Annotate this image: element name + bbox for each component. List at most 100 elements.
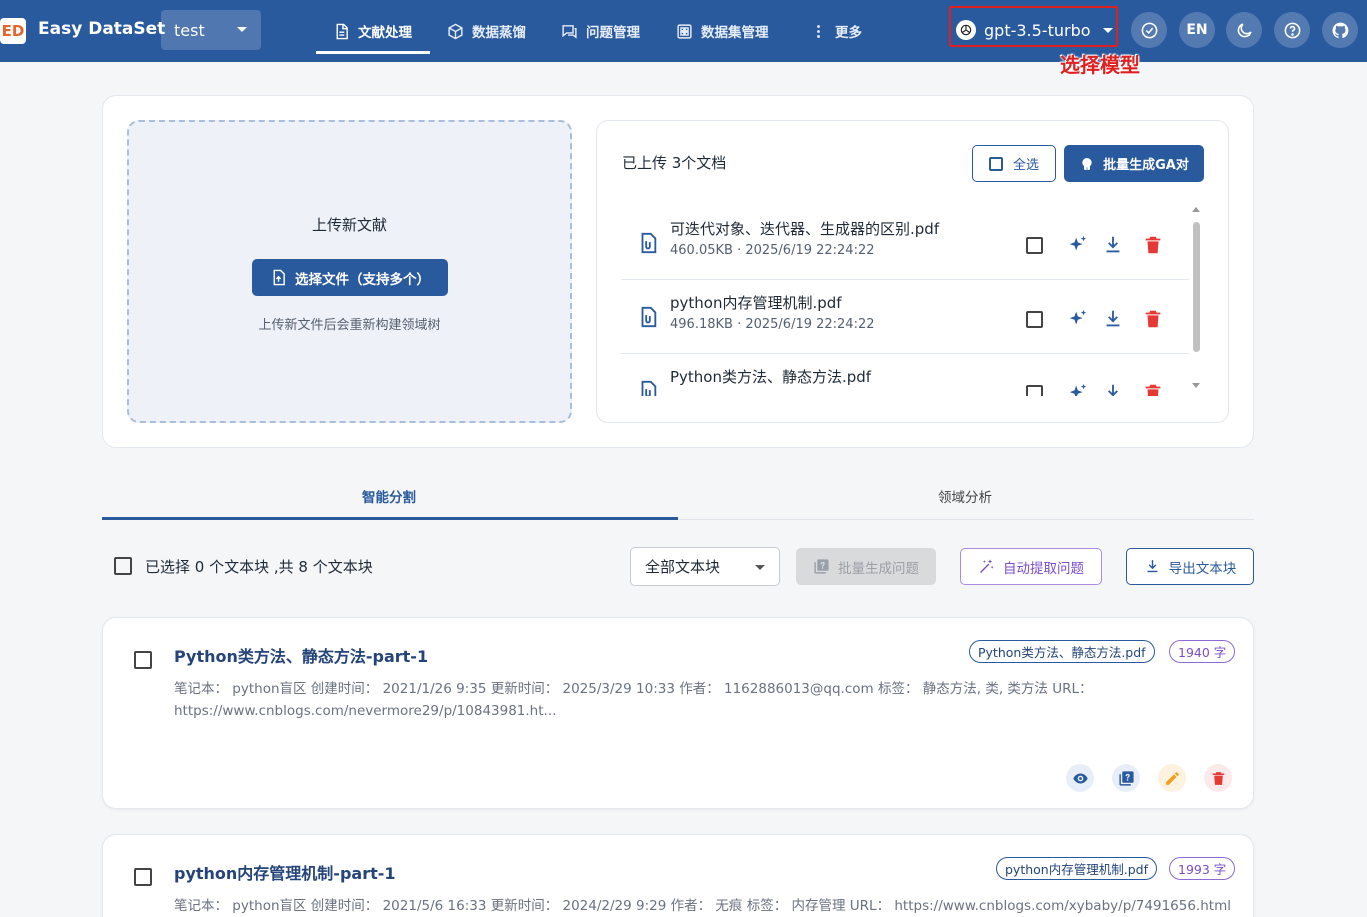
generate-questions-button[interactable]	[1112, 764, 1140, 792]
top-bar: ED Easy DataSet test 文献处理 数据蒸馏 问题管理 数据集管…	[0, 0, 1367, 62]
doc-name: python内存管理机制.pdf	[670, 294, 842, 312]
batch-generate-qa-button[interactable]: 批量生成GA对	[1064, 145, 1204, 182]
doc-checkbox[interactable]	[1026, 311, 1043, 328]
scroll-up-icon[interactable]	[1192, 207, 1200, 212]
download-icon	[1147, 560, 1158, 573]
download-icon[interactable]	[1102, 382, 1124, 396]
nav-label: 数据集管理	[701, 25, 769, 41]
nav-dataset-management[interactable]: 数据集管理	[676, 0, 769, 62]
project-select[interactable]: test	[161, 10, 261, 50]
quiz-icon	[1118, 770, 1134, 786]
delete-chunk-button[interactable]	[1204, 764, 1232, 792]
download-icon[interactable]	[1102, 234, 1124, 256]
scroll-down-icon[interactable]	[1192, 383, 1200, 388]
model-select[interactable]: gpt-3.5-turbo	[954, 12, 1114, 48]
language-button[interactable]: EN	[1179, 12, 1215, 48]
nav-label: 文献处理	[358, 25, 412, 41]
language-label: EN	[1186, 22, 1208, 38]
tab-smart-split[interactable]: 智能分割	[362, 486, 416, 506]
app-name: Easy DataSet	[38, 19, 166, 39]
check-circle-icon	[1141, 22, 1157, 38]
tab-domain-analysis[interactable]: 领域分析	[938, 486, 992, 506]
attachment-file-icon	[641, 306, 657, 328]
edit-icon	[1165, 771, 1179, 785]
chunk-preview: 笔记本： python盲区 创建时间： 2021/5/6 16:33 更新时间：…	[174, 898, 1231, 914]
chunk-card: python内存管理机制-part-1 python内存管理机制.pdf 199…	[102, 834, 1254, 917]
chunk-title[interactable]: python内存管理机制-part-1	[174, 860, 396, 884]
doc-row: 可迭代对象、迭代器、生成器的区别.pdf 460.05KB · 2025/6/1…	[621, 206, 1189, 280]
chunk-filter-value: 全部文本块	[645, 558, 721, 576]
select-all-label: 全选	[1012, 158, 1039, 173]
help-button[interactable]	[1274, 12, 1310, 48]
theme-toggle-button[interactable]	[1226, 12, 1262, 48]
doc-checkbox[interactable]	[1026, 237, 1043, 254]
doc-row: Python类方法、静态方法.pdf —	[621, 354, 1189, 396]
view-chunk-button[interactable]	[1066, 764, 1094, 792]
delete-icon[interactable]	[1142, 382, 1164, 396]
eye-icon	[1072, 773, 1088, 783]
edit-chunk-button[interactable]	[1158, 764, 1186, 792]
chevron-down-icon	[755, 565, 765, 570]
tab-active-indicator	[102, 517, 678, 520]
cube-icon	[448, 23, 463, 39]
chunk-title[interactable]: Python类方法、静态方法-part-1	[174, 643, 428, 667]
logo-glyph: ED	[1, 22, 25, 40]
brain-icon	[1082, 157, 1092, 170]
export-chunks-button[interactable]: 导出文本块	[1126, 548, 1254, 585]
select-all-chunks-checkbox[interactable]	[114, 557, 132, 575]
docs-scrollbar[interactable]	[1193, 222, 1200, 352]
doc-row: python内存管理机制.pdf 496.18KB · 2025/6/19 22…	[621, 280, 1189, 354]
nav-question-management[interactable]: 问题管理	[561, 0, 640, 62]
doc-meta: —	[670, 391, 683, 396]
chunk-file-chip: python内存管理机制.pdf	[996, 857, 1157, 880]
docs-count: 已上传 3个文档	[622, 154, 727, 172]
checkbox-icon	[988, 156, 1003, 171]
batch-qa-label: 批量生成GA对	[1103, 158, 1189, 173]
delete-icon[interactable]	[1142, 234, 1164, 256]
chunk-checkbox[interactable]	[134, 651, 152, 669]
nav-data-distill[interactable]: 数据蒸馏	[447, 0, 526, 62]
upload-title: 上传新文献	[311, 216, 387, 234]
batch-generate-questions-button[interactable]: 批量生成问题	[796, 548, 936, 585]
download-icon[interactable]	[1102, 308, 1124, 330]
auto-extract-label: 自动提取问题	[1003, 560, 1084, 577]
delete-icon	[1212, 771, 1224, 785]
attachment-file-icon	[641, 232, 657, 254]
doc-meta: 460.05KB · 2025/6/19 22:24:22	[670, 243, 875, 258]
sparkle-icon[interactable]	[1067, 382, 1089, 396]
nav-more[interactable]: 更多	[810, 0, 862, 62]
chunk-filter-select[interactable]: 全部文本块	[630, 547, 780, 586]
sparkle-icon[interactable]	[1067, 234, 1089, 256]
delete-icon[interactable]	[1142, 308, 1164, 330]
quiz-icon	[814, 559, 829, 574]
nav-label: 问题管理	[586, 25, 640, 41]
chunk-checkbox[interactable]	[134, 868, 152, 886]
more-vertical-icon	[817, 24, 820, 38]
github-icon	[1332, 22, 1348, 38]
auto-extract-questions-button[interactable]: 自动提取问题	[960, 548, 1102, 585]
document-icon	[336, 23, 348, 39]
chunk-preview: 笔记本： python盲区 创建时间： 2021/1/26 9:35 更新时间：…	[174, 681, 1093, 719]
select-all-button[interactable]: 全选	[972, 145, 1056, 182]
openai-icon	[956, 20, 976, 40]
chunk-card: Python类方法、静态方法-part-1 Python类方法、静态方法.pdf…	[102, 617, 1254, 809]
attachment-file-icon	[641, 380, 657, 396]
app-logo: ED	[0, 18, 26, 44]
moon-icon	[1237, 22, 1252, 37]
choose-files-button[interactable]: 选择文件（支持多个）	[252, 259, 448, 296]
doc-name: Python类方法、静态方法.pdf	[670, 368, 872, 386]
magic-wand-icon	[980, 559, 994, 573]
github-button[interactable]	[1322, 12, 1358, 48]
chat-icon	[562, 24, 577, 39]
nav-label: 更多	[835, 25, 862, 41]
batch-questions-label: 批量生成问题	[838, 560, 919, 577]
upload-hint: 上传新文件后会重新构建领域树	[258, 318, 441, 333]
upload-file-icon	[273, 269, 285, 286]
chevron-down-icon	[1102, 27, 1113, 33]
doc-checkbox[interactable]	[1026, 385, 1043, 396]
docs-list: 可迭代对象、迭代器、生成器的区别.pdf 460.05KB · 2025/6/1…	[597, 206, 1191, 396]
chunk-count-chip: 1993 字	[1169, 857, 1236, 880]
task-status-button[interactable]	[1131, 12, 1167, 48]
sparkle-icon[interactable]	[1067, 308, 1089, 330]
export-chunks-label: 导出文本块	[1168, 560, 1237, 577]
